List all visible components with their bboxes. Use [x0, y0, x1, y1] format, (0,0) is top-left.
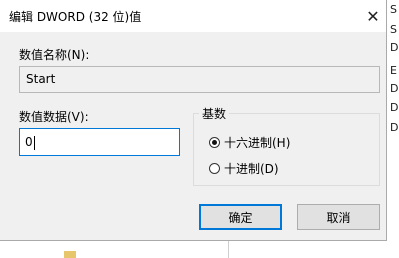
background-window-edge: S S D E D D D — [385, 0, 399, 258]
dialog-title: 编辑 DWORD (32 位)值 — [9, 10, 142, 24]
value-data-input[interactable]: 0 — [19, 128, 180, 156]
radio-hex-label: 十六进制(H) — [224, 136, 291, 150]
radio-dec-label: 十进制(D) — [224, 162, 279, 176]
value-name-field: Start — [19, 66, 380, 93]
edit-dword-dialog: 编辑 DWORD (32 位)值 ✕ 数值名称(N): Start 数值数据(V… — [0, 0, 387, 241]
background-text: D — [390, 41, 399, 54]
radio-hexadecimal[interactable]: 十六进制(H) — [209, 134, 290, 151]
value-name-label: 数值名称(N): — [19, 48, 90, 62]
cancel-button[interactable]: 取消 — [297, 204, 380, 230]
divider — [228, 241, 229, 258]
value-data-label: 数值数据(V): — [19, 110, 89, 124]
cancel-button-label: 取消 — [326, 210, 351, 225]
value-data-text: 0 — [25, 135, 33, 149]
background-text: D — [390, 101, 399, 114]
text-caret — [33, 135, 35, 150]
background-text: S — [390, 3, 397, 16]
background-text: S — [390, 23, 397, 36]
background-text: E — [390, 64, 397, 77]
radio-selected-icon — [209, 137, 220, 148]
background-text: D — [390, 82, 399, 95]
folder-icon — [64, 251, 76, 258]
background-text: D — [390, 121, 399, 134]
base-group-title: 基数 — [199, 105, 230, 122]
ok-button-label: 确定 — [228, 210, 253, 225]
radio-unselected-icon — [209, 163, 220, 174]
value-name-text: Start — [26, 72, 56, 86]
close-icon[interactable]: ✕ — [362, 6, 384, 26]
radio-decimal[interactable]: 十进制(D) — [209, 160, 279, 177]
ok-button[interactable]: 确定 — [199, 204, 282, 230]
title-bar: 编辑 DWORD (32 位)值 ✕ — [0, 0, 386, 32]
background-window-strip — [0, 241, 385, 258]
